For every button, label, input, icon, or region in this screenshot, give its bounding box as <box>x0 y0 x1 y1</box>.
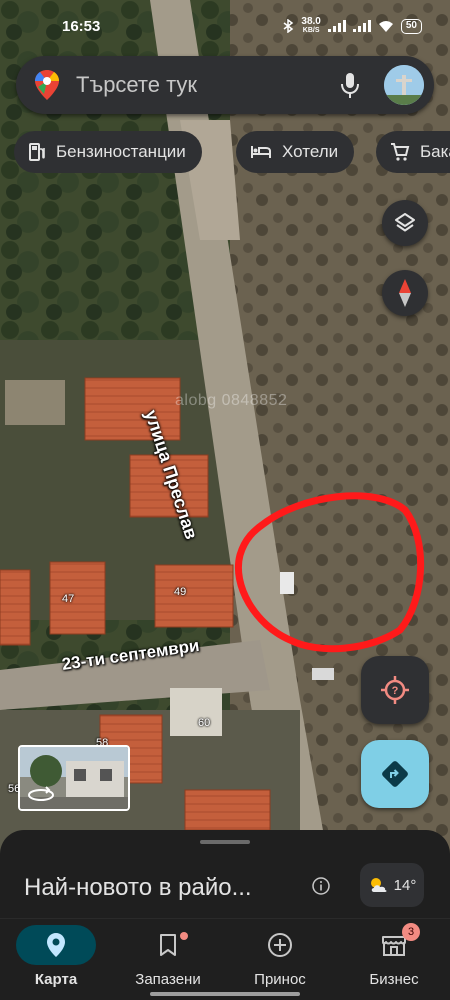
nav-item-saved[interactable]: Запазени <box>112 919 224 1000</box>
house-number: 47 <box>62 593 75 605</box>
nav-label: Запазени <box>135 971 201 988</box>
house-number: 60 <box>198 717 211 729</box>
chip-label: Бака <box>420 142 450 161</box>
nav-label: Принос <box>254 971 306 988</box>
chip-hotels[interactable]: Хотели <box>236 131 355 173</box>
status-bar: 16:53 38.0 KB/S 50 <box>0 0 450 56</box>
bookmark-icon <box>160 934 176 956</box>
nav-label: Бизнес <box>369 971 419 988</box>
rotate-360-icon <box>28 786 54 801</box>
location-unknown-icon: ? <box>381 676 409 704</box>
street-view-thumbnail[interactable] <box>18 745 130 811</box>
svg-text:?: ? <box>392 685 399 697</box>
info-icon[interactable] <box>312 877 330 895</box>
notification-badge: 3 <box>402 923 420 941</box>
house-number: 49 <box>174 586 187 598</box>
microphone-icon[interactable] <box>338 70 362 100</box>
sheet-title: Най-новото в райо... <box>24 874 252 901</box>
search-input[interactable]: Търсете тук <box>76 72 338 98</box>
chip-label: Хотели <box>282 142 339 161</box>
bed-icon <box>251 146 271 158</box>
compass-button[interactable] <box>382 270 428 316</box>
drag-handle[interactable] <box>200 840 250 844</box>
nav-item-business[interactable]: 3 Бизнес <box>338 919 450 1000</box>
clock: 16:53 <box>62 18 101 35</box>
network-speed: 38.0 KB/S <box>301 17 320 35</box>
google-maps-logo-icon <box>35 70 59 100</box>
avatar-image <box>384 65 424 105</box>
explore-sheet[interactable]: Най-новото в райо... 14° <box>0 830 450 930</box>
nav-item-explore[interactable]: Карта <box>0 919 112 1000</box>
layers-button[interactable] <box>382 200 428 246</box>
category-chips: Бензиностанции Хотели Бака <box>14 131 450 175</box>
nav-icon-wrap <box>128 925 208 965</box>
network-speed-unit: KB/S <box>302 27 320 34</box>
cart-icon <box>391 143 410 161</box>
weather-chip[interactable]: 14° <box>360 863 424 907</box>
nav-item-contribute[interactable]: Принос <box>224 919 336 1000</box>
gesture-bar[interactable] <box>150 992 300 996</box>
signal-icon <box>352 20 371 32</box>
nav-active-indicator <box>16 925 96 965</box>
network-speed-value: 38.0 <box>301 16 321 27</box>
chip-gas-stations[interactable]: Бензиностанции <box>14 131 202 173</box>
chip-groceries[interactable]: Бака <box>376 131 450 173</box>
battery-indicator: 50 <box>400 18 422 34</box>
avatar[interactable] <box>384 65 424 105</box>
bottom-navigation: Карта Запазени Принос 3 Бизнес <box>0 918 450 1000</box>
weather-temperature: 14° <box>393 876 417 894</box>
gas-station-icon <box>29 143 45 161</box>
notification-dot <box>180 932 188 940</box>
bluetooth-icon <box>283 19 294 33</box>
search-bar[interactable]: Търсете тук <box>16 56 434 114</box>
my-location-button[interactable]: ? <box>361 656 429 724</box>
nav-icon-wrap: 3 <box>354 923 434 965</box>
status-icons: 38.0 KB/S 50 <box>282 17 422 35</box>
add-circle-icon <box>268 933 292 957</box>
nav-icon-wrap <box>240 925 320 965</box>
directions-button[interactable] <box>361 740 429 808</box>
chip-label: Бензиностанции <box>56 142 186 161</box>
partly-cloudy-icon <box>370 878 387 892</box>
compass-icon <box>399 279 411 307</box>
signal-icon <box>327 20 346 32</box>
wifi-icon <box>378 21 393 32</box>
directions-icon <box>382 761 408 787</box>
map-pin-icon <box>47 933 65 957</box>
layers-icon <box>395 213 415 232</box>
nav-label: Карта <box>34 971 78 988</box>
map-watermark: alobg 0848852 <box>175 392 288 409</box>
